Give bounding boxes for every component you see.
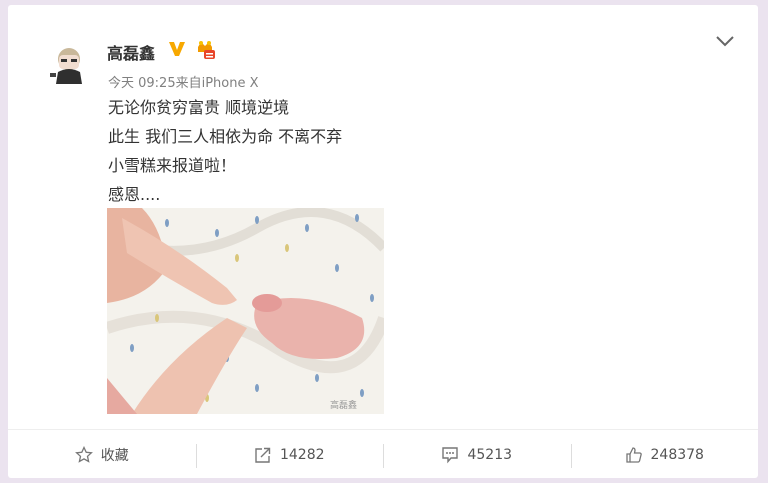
chevron-down-icon[interactable] (715, 33, 735, 49)
thumbs-up-icon (625, 446, 642, 463)
post-photo[interactable]: 高磊鑫 (107, 208, 384, 414)
share-icon (255, 447, 271, 463)
action-bar: 收藏 14282 45213 248378 (8, 429, 758, 479)
comment-count: 45213 (467, 446, 513, 463)
favorite-label: 收藏 (100, 447, 129, 464)
favorite-button[interactable]: 收藏 (8, 430, 196, 479)
post-line: 感恩.... (108, 185, 161, 204)
member-crown-icon[interactable] (194, 40, 216, 60)
post-meta: 今天 09:25来自iPhone X (108, 76, 259, 91)
verified-v-icon (169, 42, 185, 56)
author-name[interactable]: 高磊鑫 (107, 40, 155, 64)
weibo-post-card: 高磊鑫 今天 09:25来自iPhone X 无论你贫穷富贵 顺境逆境 此生 我… (8, 5, 758, 478)
like-count: 248378 (650, 446, 704, 463)
photo-watermark: 高磊鑫 (330, 399, 357, 411)
post-line: 此生 我们三人相依为命 不离不弃 (108, 127, 343, 146)
repost-count: 14282 (279, 446, 325, 463)
repost-button[interactable]: 14282 (195, 430, 384, 479)
author-avatar[interactable] (46, 42, 92, 88)
post-line: 小雪糕来报道啦！ (108, 156, 237, 175)
star-icon (74, 445, 93, 463)
comment-button[interactable]: 45213 (383, 430, 571, 479)
post-line: 无论你贫穷富贵 顺境逆境 (108, 98, 290, 117)
like-button[interactable]: 248378 (570, 430, 759, 479)
post-content: 无论你贫穷富贵 顺境逆境 此生 我们三人相依为命 不离不弃 小雪糕来报道啦！ 感… (108, 93, 342, 209)
comment-icon (442, 446, 459, 463)
